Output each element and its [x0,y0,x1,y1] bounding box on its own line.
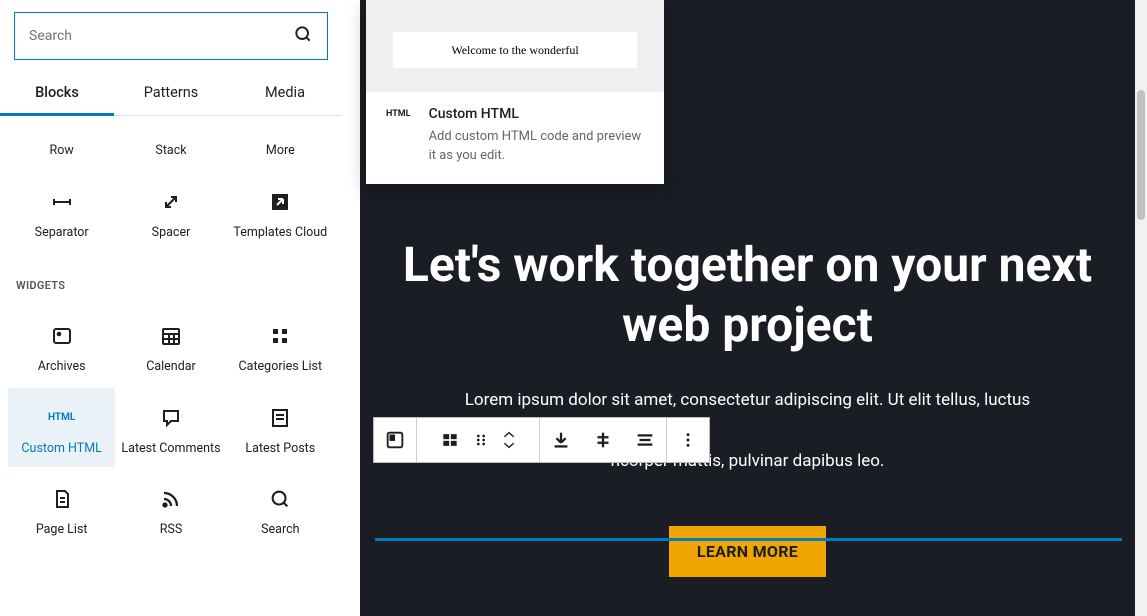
align-button[interactable] [540,418,582,462]
categories-icon [268,324,292,348]
learn-more-button[interactable]: LEARN MORE [669,526,826,577]
search-placeholder: Search [29,28,72,44]
preview-description: Add custom HTML code and preview it as y… [429,128,648,166]
block-categories-list[interactable]: Categories List [227,306,334,386]
preview-sample-text: Welcome to the wonderful [393,32,637,68]
block-inserter-sidebar: Search Blocks Patterns Media Row Stack M… [0,0,342,616]
block-label: Row [50,142,74,160]
archives-icon [50,324,74,348]
accent-separator[interactable] [375,538,1122,541]
tab-blocks[interactable]: Blocks [0,70,114,115]
tab-patterns[interactable]: Patterns [114,70,228,115]
block-label: Separator [35,224,89,242]
hero-paragraph-1[interactable]: Lorem ipsum dolor sit amet, consectetur … [390,385,1105,416]
justify-button[interactable] [582,418,624,462]
block-latest-comments[interactable]: Latest Comments [117,388,224,468]
spacer-icon [159,190,183,214]
block-label: Categories List [239,358,323,376]
html-badge-icon: HTML [382,106,415,122]
block-rss[interactable]: RSS [117,469,224,549]
more-options-button[interactable] [667,418,709,462]
drag-handle[interactable] [467,418,495,462]
block-label: Calendar [146,358,196,376]
tab-media[interactable]: Media [228,70,342,115]
block-label: Page List [36,521,88,539]
separator-icon [50,190,74,214]
select-parent-button[interactable] [374,418,416,462]
block-templates-cloud[interactable]: Templates Cloud [227,172,334,252]
block-label: More [266,142,295,160]
block-toolbar [373,417,710,463]
block-type-button[interactable] [433,418,467,462]
canvas-scrollbar[interactable] [1135,0,1147,616]
hero-section: Let's work together on your next web pro… [360,235,1135,577]
block-label: Latest Posts [245,440,315,458]
block-more[interactable]: More [227,124,334,170]
blocks-panel[interactable]: Row Stack More Separator Spacer Template… [0,116,342,610]
block-label: Latest Comments [121,440,220,458]
html-icon: HTML [50,406,74,430]
calendar-icon [159,324,183,348]
block-search[interactable]: Search [227,469,334,549]
move-buttons [495,418,523,462]
block-label: Templates Cloud [233,224,327,242]
block-label: Search [261,521,299,539]
posts-icon [268,406,292,430]
widgets-section-title: WIDGETS [0,251,342,306]
block-stack[interactable]: Stack [117,124,224,170]
templates-cloud-icon [268,190,292,214]
search-input[interactable]: Search [14,12,328,60]
inserter-tabs: Blocks Patterns Media [0,70,342,116]
block-row[interactable]: Row [8,124,115,170]
block-label: Archives [38,358,86,376]
move-down-button[interactable] [502,440,516,450]
block-custom-html[interactable]: HTML Custom HTML [8,388,115,468]
search-block-icon [268,487,292,511]
block-preview-popover: Welcome to the wonderful HTML Custom HTM… [366,0,664,184]
move-up-button[interactable] [502,430,516,440]
block-calendar[interactable]: Calendar [117,306,224,386]
search-icon [293,24,313,48]
width-button[interactable] [624,418,666,462]
block-label: RSS [160,521,183,539]
block-label: Spacer [152,224,191,242]
block-spacer[interactable]: Spacer [117,172,224,252]
block-archives[interactable]: Archives [8,306,115,386]
block-separator[interactable]: Separator [8,172,115,252]
hero-heading[interactable]: Let's work together on your next web pro… [390,235,1105,355]
block-label: Stack [155,142,186,160]
scrollbar-thumb[interactable] [1137,90,1145,220]
comment-icon [159,406,183,430]
rss-icon [159,487,183,511]
block-latest-posts[interactable]: Latest Posts [227,388,334,468]
preview-title: Custom HTML [429,106,648,122]
block-label: Custom HTML [21,440,101,458]
block-page-list[interactable]: Page List [8,469,115,549]
preview-sample: Welcome to the wonderful [366,0,664,68]
page-list-icon [50,487,74,511]
